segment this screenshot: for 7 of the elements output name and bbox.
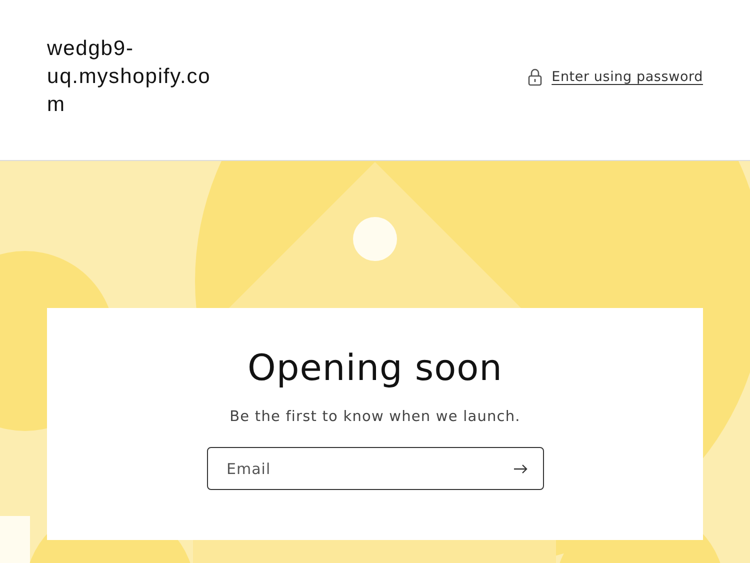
site-name: wedgb9-uq.myshopify.com (47, 36, 212, 118)
lock-icon (528, 68, 542, 86)
email-field[interactable]: Email (206, 447, 544, 490)
enter-password-link[interactable]: Enter using password (552, 69, 703, 85)
subheading: Be the first to know when we launch. (230, 409, 520, 425)
arrow-icon (514, 464, 528, 474)
heading: Opening soon (248, 348, 502, 389)
